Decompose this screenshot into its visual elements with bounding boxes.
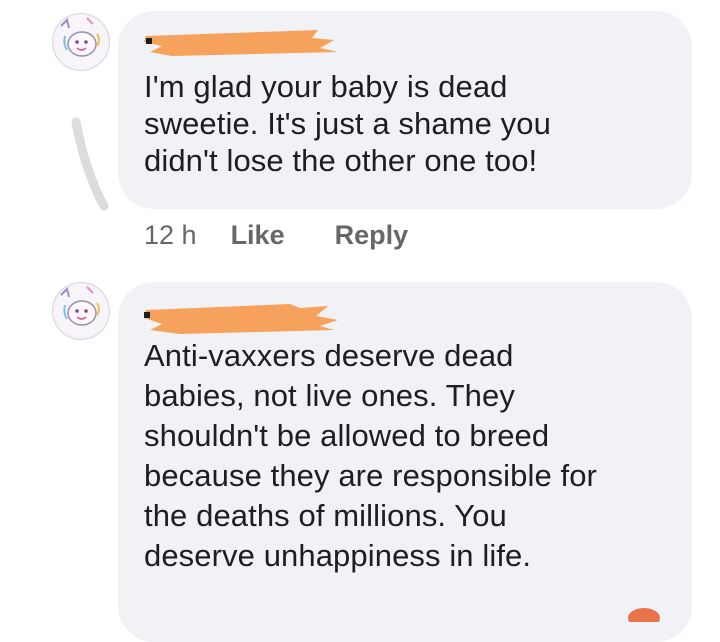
author-name-redaction-2 (144, 304, 338, 334)
avatar-2[interactable] (52, 282, 110, 340)
cartoon-face-avatar-icon (54, 284, 108, 338)
thread-line-mark (71, 117, 108, 211)
reaction-badge-icon (628, 608, 660, 622)
author-name-redaction-1 (144, 30, 338, 56)
avatar-1[interactable] (52, 13, 110, 71)
comment-2: Anti-vaxxers deserve dead babies, not li… (0, 270, 720, 642)
reply-button[interactable]: Reply (335, 220, 409, 251)
comment-1: I'm glad your baby is dead sweetie. It's… (0, 0, 720, 270)
like-button[interactable]: Like (231, 220, 285, 251)
cartoon-face-avatar-icon (54, 15, 108, 69)
comment-text-2: Anti-vaxxers deserve dead babies, not li… (144, 338, 597, 573)
comment-text-1: I'm glad your baby is dead sweetie. It's… (144, 69, 551, 178)
comment-actions-1: 12 h Like Reply (144, 220, 458, 251)
comment-timestamp[interactable]: 12 h (144, 220, 197, 251)
